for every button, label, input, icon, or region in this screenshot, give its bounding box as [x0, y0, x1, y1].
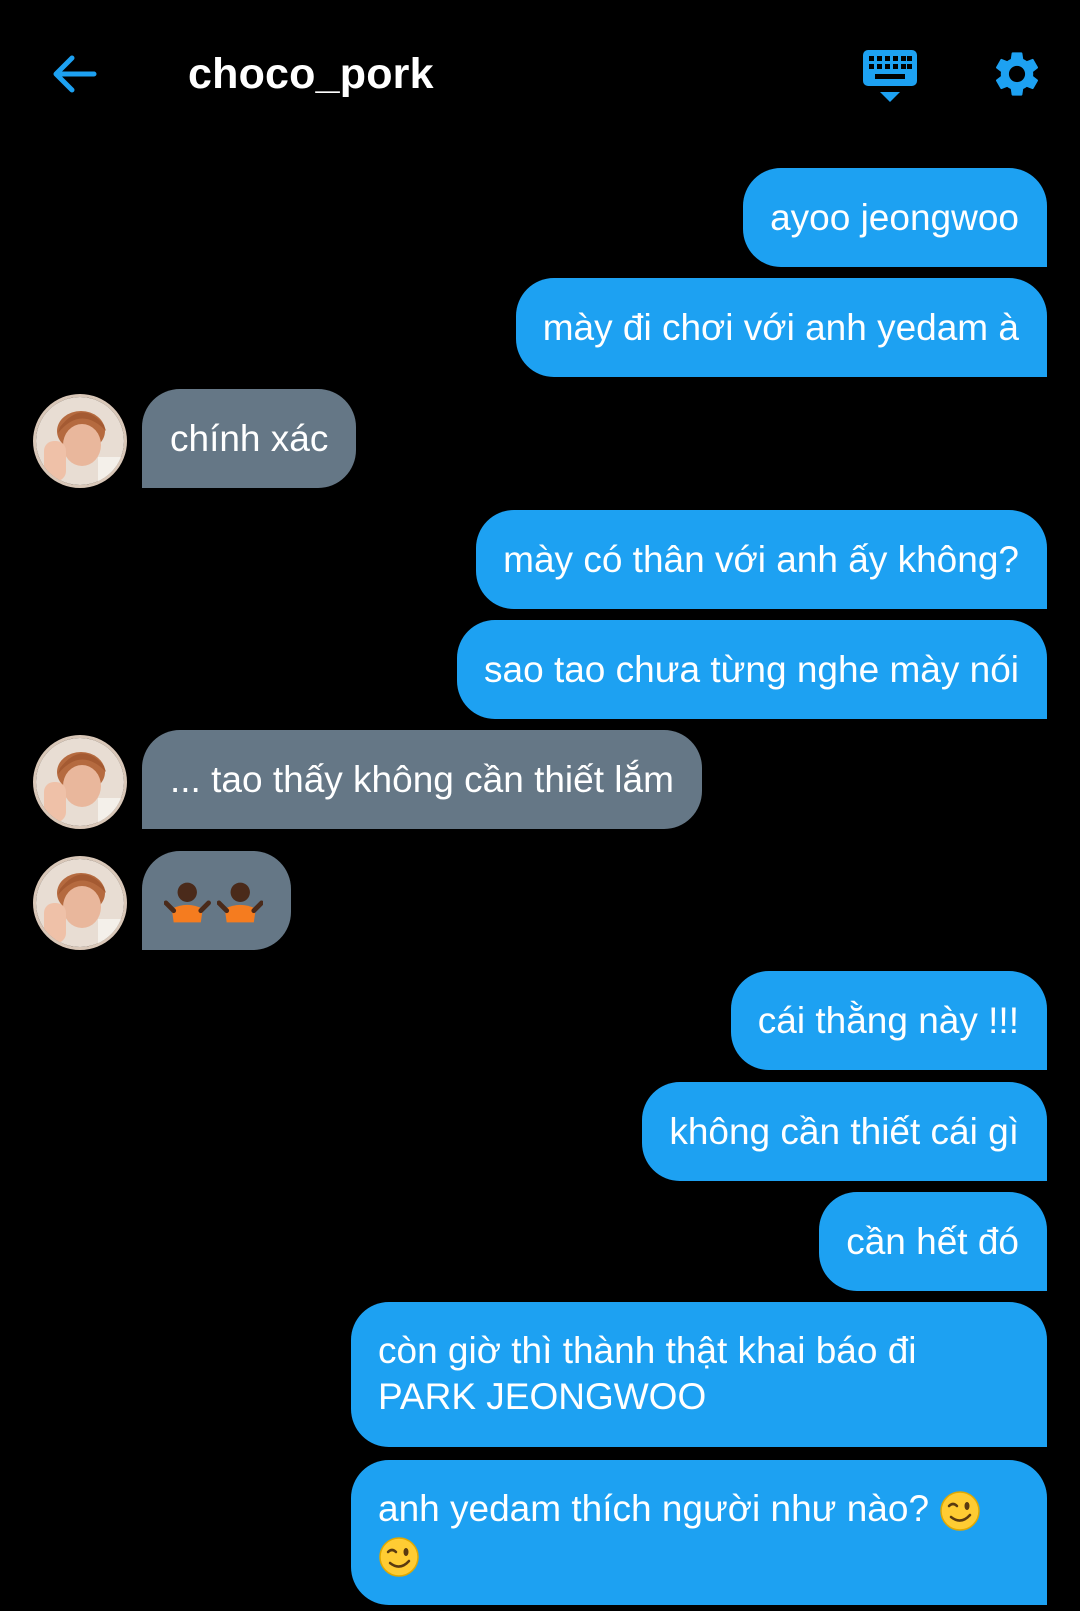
- message-text: ayoo jeongwoo: [770, 196, 1019, 238]
- avatar[interactable]: [33, 856, 127, 950]
- message-text-line: anh yedam thích người như nào?: [378, 1486, 1019, 1532]
- message-text: cái thằng này !!!: [757, 999, 1019, 1041]
- avatar-image: [36, 738, 124, 826]
- message-text: ... tao thấy không cần thiết lắm: [170, 758, 674, 800]
- message-text-line: [378, 1532, 1019, 1578]
- message-bubble-outgoing[interactable]: sao tao chưa từng nghe mày nói: [457, 620, 1047, 719]
- message-bubble-outgoing[interactable]: mày có thân với anh ấy không?: [476, 510, 1047, 609]
- message-text: sao tao chưa từng nghe mày nói: [484, 648, 1019, 690]
- message-bubble-outgoing[interactable]: không cần thiết cái gì: [642, 1082, 1047, 1181]
- avatar-image: [36, 859, 124, 947]
- winking-face-emoji: [379, 1537, 419, 1578]
- message-bubble-incoming[interactable]: chính xác: [142, 389, 357, 488]
- message-bubble-outgoing[interactable]: cần hết đó: [819, 1192, 1047, 1291]
- message-text: mày đi chơi với anh yedam à: [542, 306, 1019, 348]
- message-bubble-outgoing[interactable]: mày đi chơi với anh yedam à: [515, 278, 1047, 377]
- avatar[interactable]: [33, 735, 127, 829]
- message-bubble-outgoing[interactable]: cái thằng này !!!: [730, 971, 1047, 1070]
- avatar-image: [36, 397, 124, 485]
- person-shrugging-emoji: [164, 882, 211, 922]
- message-text: cần hết đó: [846, 1220, 1019, 1262]
- message-text: mày có thân với anh ấy không?: [503, 538, 1019, 580]
- message-bubble-outgoing[interactable]: anh yedam thích người như nào?: [351, 1460, 1047, 1605]
- message-bubble-outgoing[interactable]: ayoo jeongwoo: [743, 168, 1047, 267]
- message-text-line: còn giờ thì thành thật khai báo đi: [378, 1330, 917, 1371]
- person-shrugging-emoji: [216, 882, 263, 922]
- message-text: anh yedam thích người như nào?: [378, 1488, 930, 1529]
- message-bubble-incoming[interactable]: ... tao thấy không cần thiết lắm: [142, 730, 702, 829]
- winking-face-emoji: [940, 1491, 981, 1531]
- message-text: chính xác: [170, 417, 329, 459]
- message-text: không cần thiết cái gì: [669, 1110, 1019, 1152]
- message-text-line: PARK JEONGWOO: [378, 1376, 707, 1417]
- avatar[interactable]: [33, 394, 127, 488]
- message-bubble-incoming[interactable]: [142, 851, 291, 950]
- message-bubble-outgoing[interactable]: còn giờ thì thành thật khai báo đi PARK …: [351, 1302, 1047, 1447]
- message-list: ayoo jeongwoo mày đi chơi với anh yedam …: [0, 0, 1080, 1611]
